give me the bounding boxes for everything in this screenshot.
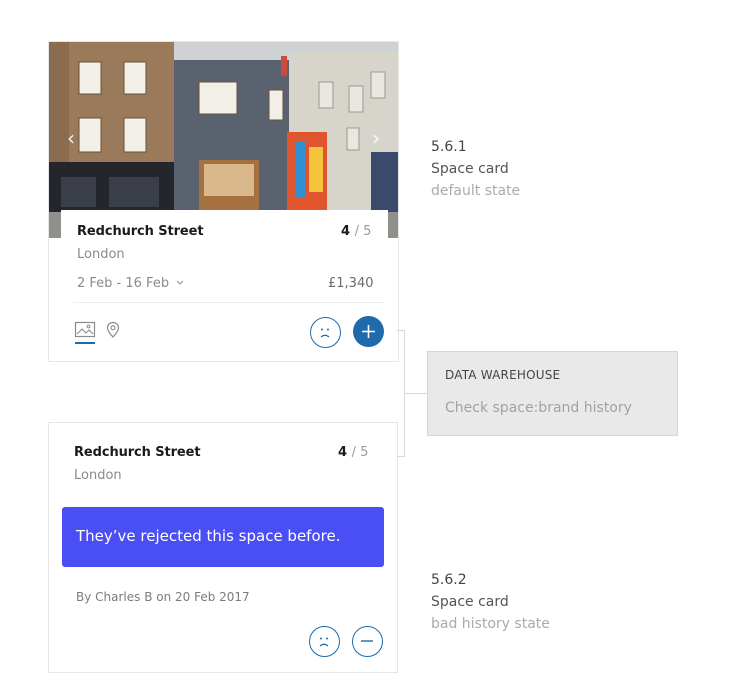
spec-number: 5.6.1 <box>431 139 467 155</box>
connector-line <box>397 456 405 457</box>
space-title: Redchurch Street <box>77 224 204 239</box>
rating-value: 4 <box>341 224 351 239</box>
spec-state: bad history state <box>431 616 550 632</box>
location-pin-icon[interactable] <box>105 321 121 339</box>
rating-out-of: / 5 <box>354 224 372 239</box>
card-info-panel: Redchurch Street 4 / 5 London 2 Feb - 16… <box>61 210 388 360</box>
date-range-selector[interactable]: 2 Feb - 16 Feb <box>77 276 185 291</box>
rejection-notice: They’ve rejected this space before. <box>62 507 384 567</box>
data-warehouse-note: DATA WAREHOUSE Check space:brand history <box>427 351 678 436</box>
frown-face-icon[interactable] <box>310 317 341 348</box>
date-range: 2 Feb - 16 Feb <box>77 276 170 291</box>
spec-label-bad-history: 5.6.2 Space card bad history state <box>431 569 550 635</box>
space-price: £1,340 <box>328 276 374 291</box>
connector-line <box>404 393 427 394</box>
divider <box>73 302 385 303</box>
spec-state: default state <box>431 183 521 199</box>
plus-icon[interactable] <box>353 316 384 347</box>
spec-name: Space card <box>431 161 509 177</box>
rejection-notice-text: They’ve rejected this space before. <box>76 527 341 545</box>
space-rating: 4 / 5 <box>338 445 368 460</box>
space-city: London <box>77 247 125 262</box>
data-warehouse-title: DATA WAREHOUSE <box>445 368 561 382</box>
previous-photo-button[interactable]: ‹ <box>63 126 79 150</box>
chevron-down-icon <box>176 280 184 285</box>
spec-label-default: 5.6.1 Space card default state <box>431 136 520 202</box>
space-photo: ‹ › <box>49 42 398 238</box>
rejection-author: By Charles B on 20 Feb 2017 <box>76 590 250 604</box>
image-icon[interactable] <box>74 321 96 345</box>
rating-out-of: / 5 <box>351 445 369 460</box>
next-photo-button[interactable]: › <box>368 126 384 150</box>
space-title: Redchurch Street <box>74 445 201 460</box>
space-rating: 4 / 5 <box>341 224 371 239</box>
space-city: London <box>74 468 122 483</box>
data-warehouse-text: Check space:brand history <box>445 400 632 416</box>
frown-face-icon[interactable] <box>309 626 340 657</box>
space-card-default[interactable]: ‹ › Redchurch Street 4 / 5 London 2 Feb … <box>48 41 399 362</box>
minus-icon[interactable] <box>352 626 383 657</box>
rating-value: 4 <box>338 445 348 460</box>
spec-number: 5.6.2 <box>431 572 467 588</box>
spec-name: Space card <box>431 594 509 610</box>
space-card-bad-history[interactable]: Redchurch Street 4 / 5 London They’ve re… <box>48 422 398 673</box>
